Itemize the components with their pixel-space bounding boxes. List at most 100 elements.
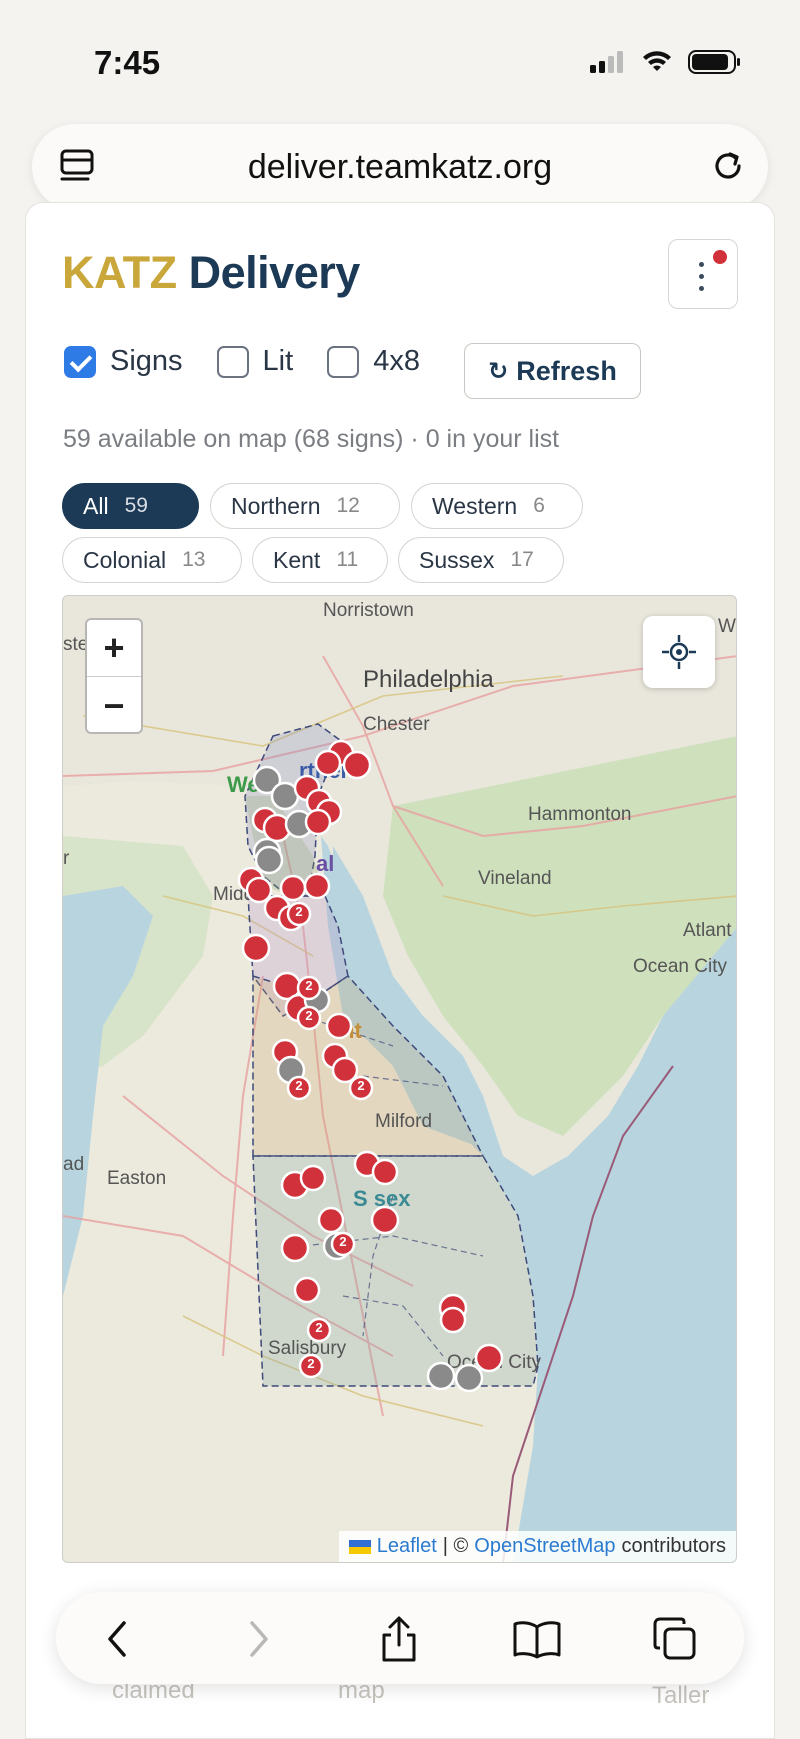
map-marker[interactable] (314, 749, 342, 777)
chip-label: Colonial (83, 546, 167, 573)
menu-button[interactable] (668, 239, 738, 309)
status-time: 7:45 (94, 44, 161, 81)
leaflet-link[interactable]: Leaflet (377, 1535, 437, 1558)
osm-link[interactable]: OpenStreetMap (474, 1535, 615, 1558)
zoom-out-button[interactable]: − (87, 677, 141, 734)
locate-button[interactable] (643, 616, 715, 688)
zoom-control: + − (85, 618, 143, 734)
book-icon (513, 1621, 561, 1659)
cluster-count: 2 (305, 978, 313, 993)
share-icon (382, 1616, 416, 1662)
map-marker[interactable] (371, 1158, 399, 1186)
map-marker[interactable] (299, 1164, 327, 1192)
map-marker[interactable] (241, 933, 271, 963)
4x8-checkbox[interactable]: 4x8 (327, 345, 420, 378)
tabs-icon (653, 1617, 696, 1660)
signs-checkbox-box[interactable] (64, 345, 96, 378)
lit-checkbox-label: Lit (262, 345, 294, 377)
url-bar[interactable]: deliver.teamkatz.org (32, 124, 768, 210)
tabs-button[interactable] (650, 1614, 700, 1664)
signs-checkbox[interactable]: Signs (64, 345, 183, 378)
chip-label: Kent (273, 546, 321, 573)
map-marker[interactable] (303, 872, 331, 900)
chip-label: Western (432, 492, 518, 519)
map-marker[interactable] (304, 808, 332, 836)
chip-label: Sussex (419, 546, 495, 573)
4x8-checkbox-label: 4x8 (373, 345, 420, 377)
4x8-checkbox-box[interactable] (327, 345, 360, 378)
map-marker[interactable] (245, 876, 273, 904)
attribution-separator: | © (442, 1535, 469, 1557)
chevron-left-icon (108, 1621, 126, 1657)
more-vertical-icon (699, 262, 704, 298)
cluster-count: 2 (295, 904, 303, 919)
refresh-label: Refresh (516, 355, 617, 386)
brand-katz: KATZ (62, 247, 177, 298)
crosshair-icon (662, 635, 696, 669)
url-text[interactable]: deliver.teamkatz.org (32, 148, 768, 187)
bookmarks-button[interactable] (512, 1614, 562, 1664)
chip-count: 17 (510, 548, 534, 571)
zoom-in-button[interactable]: + (87, 620, 141, 677)
share-button[interactable] (374, 1614, 424, 1664)
forward-button[interactable] (234, 1614, 284, 1664)
chip-count: 12 (336, 494, 360, 517)
battery-icon (688, 50, 740, 74)
delivery-map[interactable]: Norristown Philadelphia Chester Hammonto… (62, 595, 737, 1563)
signs-checkbox-label: Signs (110, 345, 183, 377)
signal-icon (590, 51, 623, 73)
region-chip-colonial[interactable]: Colonial 13 (62, 537, 242, 583)
map-marker[interactable] (279, 874, 307, 902)
region-chip-sussex[interactable]: Sussex 17 (398, 537, 564, 583)
availability-summary: 59 available on map (68 signs) · 0 in yo… (63, 425, 560, 453)
back-button[interactable] (92, 1614, 142, 1664)
chip-label: All (83, 492, 109, 519)
refresh-icon: ↻ (488, 357, 509, 385)
ukraine-flag-icon (348, 1539, 371, 1554)
map-attribution: Leaflet | © OpenStreetMap contributors (338, 1531, 736, 1562)
map-marker[interactable] (254, 845, 284, 875)
browser-toolbar (56, 1592, 744, 1684)
brand-delivery: Delivery (188, 247, 361, 298)
map-marker[interactable] (317, 1206, 345, 1234)
chip-count: 13 (182, 548, 206, 571)
status-bar: 7:45 (0, 0, 800, 120)
cluster-count: 2 (295, 1078, 303, 1093)
cluster-count: 2 (339, 1234, 347, 1249)
chip-label: Northern (231, 492, 321, 519)
status-icons (590, 50, 742, 74)
map-marker[interactable] (454, 1363, 484, 1393)
app-title: KATZ Delivery (62, 247, 360, 299)
cluster-count: 2 (315, 1320, 323, 1335)
map-markers (237, 739, 504, 1393)
cluster-count: 2 (357, 1078, 365, 1093)
app-card: KATZ Delivery Signs Lit 4x8 ↻ Refresh 59… (25, 202, 775, 1739)
refresh-button[interactable]: ↻ Refresh (464, 343, 641, 399)
cluster-count: 2 (305, 1008, 313, 1023)
chevron-right-icon (250, 1621, 268, 1657)
chip-count: 6 (533, 494, 545, 517)
lit-checkbox[interactable]: Lit (216, 345, 294, 378)
region-chip-western[interactable]: Western 6 (411, 483, 583, 529)
region-chip-all[interactable]: All 59 (62, 483, 199, 529)
legend-taller: Taller (652, 1682, 710, 1709)
map-marker[interactable] (426, 1361, 456, 1391)
map-marker[interactable] (439, 1306, 467, 1334)
region-chip-northern[interactable]: Northern 12 (210, 483, 400, 529)
map-marker[interactable] (325, 1012, 353, 1040)
notification-dot (713, 250, 727, 264)
map-marker[interactable] (342, 750, 372, 780)
wifi-icon (643, 51, 671, 71)
map-marker[interactable] (280, 1233, 310, 1263)
map-marker[interactable] (293, 1276, 321, 1304)
lit-checkbox-box[interactable] (216, 345, 249, 378)
attribution-tail: contributors (621, 1535, 727, 1557)
map-marker[interactable] (370, 1205, 400, 1235)
region-chip-kent[interactable]: Kent 11 (252, 537, 388, 583)
reload-icon[interactable] (708, 146, 748, 186)
chip-count: 11 (336, 548, 359, 571)
map-marker[interactable] (474, 1343, 504, 1373)
sign-type-filters: Signs Lit 4x8 (64, 345, 454, 378)
chip-count: 59 (124, 494, 148, 517)
cluster-count: 2 (307, 1356, 315, 1371)
